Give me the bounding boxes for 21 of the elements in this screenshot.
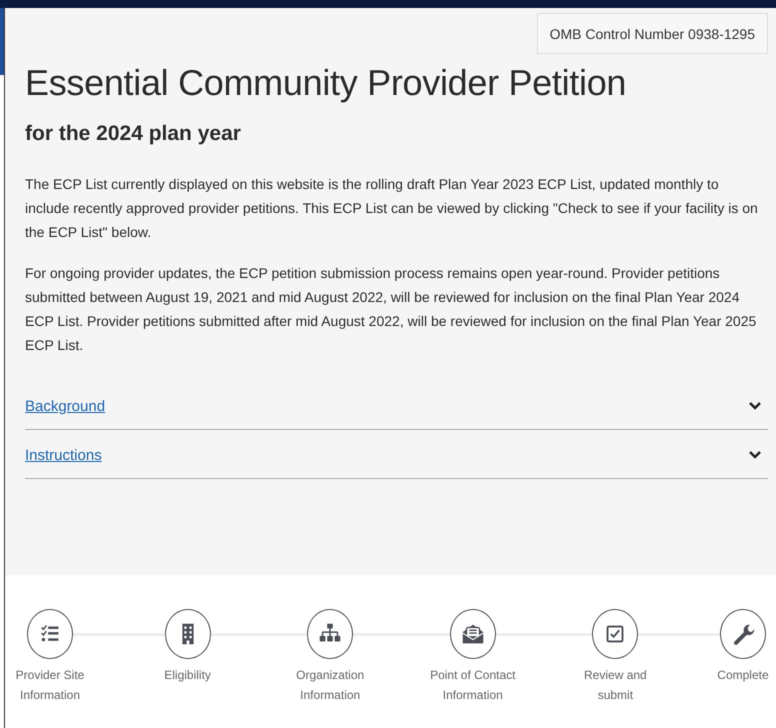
omb-control-number: OMB Control Number 0938-1295 <box>536 13 768 54</box>
intro-paragraph: The ECP List currently displayed on this website is the rolling draft Plan Year 2023 ECP List, updated monthly to include recently approved provider petitions. This ECP List can be viewed by clicking "Check to see if your facility is on the ECP List" below. <box>25 175 759 242</box>
step-label: Eligibility <box>164 667 211 684</box>
page-title: Essential Community Provider Petition <box>25 62 628 104</box>
step-circle[interactable] <box>307 609 354 659</box>
step-label: Point of Contact Information <box>429 667 516 704</box>
step-circle[interactable] <box>27 609 73 659</box>
chevron-down-icon[interactable] <box>748 401 762 411</box>
step-label: Complete <box>717 667 769 684</box>
accordion-link[interactable]: Background <box>25 398 106 414</box>
step-label: Review and submit <box>583 667 648 704</box>
chevron-down-icon[interactable] <box>748 450 762 460</box>
step-label: Provider Site Information <box>14 667 86 704</box>
page-subtitle: for the 2024 plan year <box>25 122 242 146</box>
step-circle[interactable] <box>720 609 766 659</box>
step-circle[interactable] <box>450 609 496 659</box>
step-label: Organization Information <box>295 667 366 704</box>
accordion-link[interactable]: Instructions <box>25 446 102 464</box>
intro-paragraph: For ongoing provider updates, the ECP petition submission process remains open year-round. Provider petitions submitted between August 19, 2021 and mid August 2022, will be reviewed for inclusion on the final Plan Year 2024 ECP List. Provider petitions submitted after mid August 2022, will be reviewed for inclusion on the final Plan Year 2025 ECP List. <box>25 264 758 355</box>
step-circle[interactable] <box>164 609 211 659</box>
step-circle[interactable] <box>592 609 638 659</box>
